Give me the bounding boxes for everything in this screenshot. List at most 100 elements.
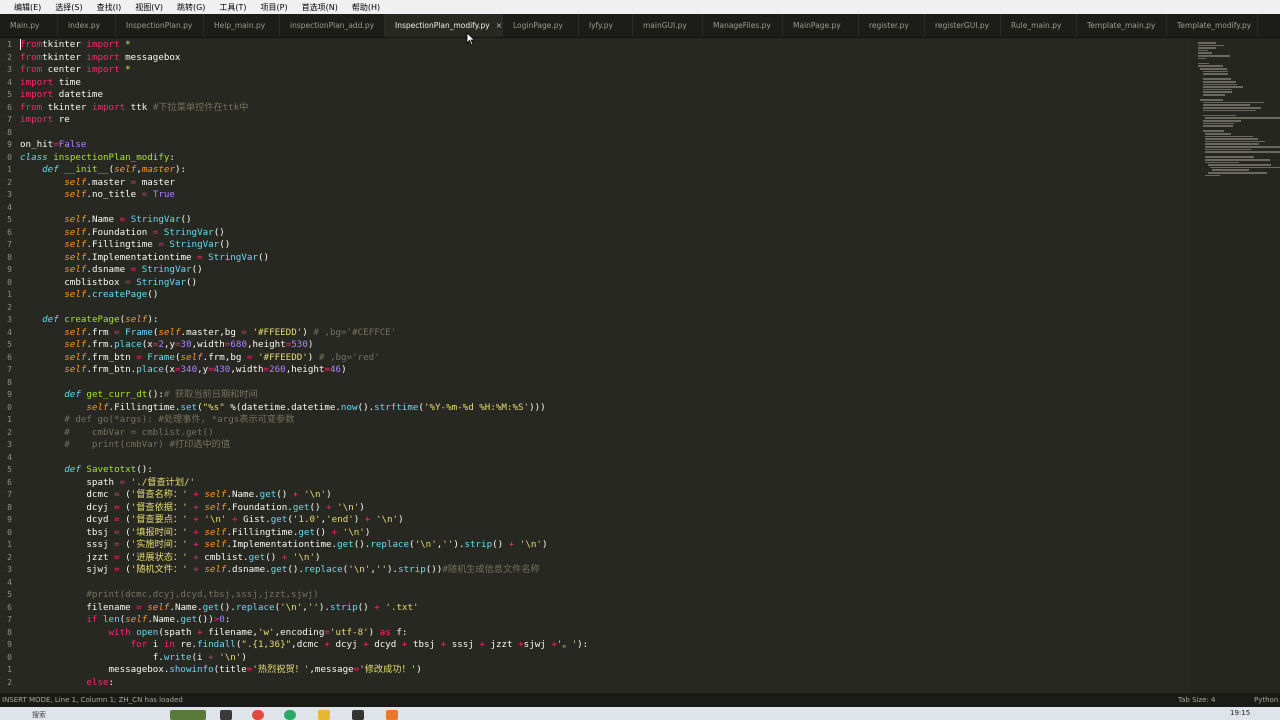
- code-line[interactable]: self.frm.place(x=2,y=30,width=680,height…: [20, 339, 313, 352]
- menu-item[interactable]: 选择(S): [55, 2, 82, 13]
- code-token: place: [114, 339, 142, 350]
- code-line[interactable]: jzzt = ('进展状态：' + cmblist.get() + '\n'): [20, 551, 320, 565]
- code-line[interactable]: self.Implementationtime = StringVar(): [20, 252, 269, 265]
- code-line[interactable]: self.Name = StringVar(): [20, 214, 191, 227]
- code-line[interactable]: dcyd = ('督查要点：' + '\n' + Gist.get('1.0',…: [20, 514, 403, 527]
- code-line[interactable]: self.frm_btn = Frame(self.frm,bg = '#FFE…: [20, 351, 379, 365]
- tab-file[interactable]: Help_main.py: [204, 14, 280, 37]
- code-line[interactable]: self.no_title = True: [20, 189, 175, 202]
- app-icon[interactable]: [220, 710, 232, 720]
- code-token: ): [541, 539, 548, 550]
- code-token: ):: [577, 639, 589, 650]
- code-token: write: [163, 651, 192, 663]
- tab-file[interactable]: mainGUI.py: [633, 14, 703, 37]
- code-editor[interactable]: fromtkinter import * fromtkinter import m…: [20, 38, 1185, 693]
- code-line[interactable]: sssj = ('实施时间：' + self.Implementationtim…: [20, 539, 547, 552]
- code-line[interactable]: # print(cmbVar) #打印选中的值: [20, 439, 230, 452]
- code-line[interactable]: for i in re.findall(".{1,36}",dcmc + dcy…: [20, 639, 589, 652]
- tab-file[interactable]: inspectionPlan_add.py: [280, 14, 385, 37]
- code-line[interactable]: import time: [20, 77, 81, 90]
- code-line[interactable]: import re: [20, 114, 70, 127]
- app-icon[interactable]: [284, 710, 296, 720]
- code-token: '\n': [280, 601, 303, 613]
- folder-icon[interactable]: [318, 710, 330, 720]
- tab-file[interactable]: MainPage.py: [783, 14, 859, 37]
- code-line[interactable]: self.frm = Frame(self.master,bg = '#FFEE…: [20, 327, 396, 340]
- tab-file[interactable]: InspectionPlan.py: [116, 14, 204, 37]
- code-token: tkinter: [42, 39, 87, 50]
- code-line[interactable]: self.Foundation = StringVar(): [20, 227, 225, 240]
- code-token: '\n': [198, 514, 227, 525]
- menu-item[interactable]: 查找(I): [97, 2, 122, 13]
- menu-item[interactable]: 工具(T): [219, 2, 246, 13]
- tab-file[interactable]: Rule_main.py: [1001, 14, 1077, 37]
- code-line[interactable]: filename = self.Name.get().replace('\n',…: [20, 601, 418, 615]
- code-token: '进展状态：': [130, 551, 188, 563]
- menu-item[interactable]: 项目(P): [261, 2, 288, 13]
- minimap[interactable]: [1190, 38, 1280, 693]
- sublime-icon[interactable]: [386, 710, 398, 720]
- code-line[interactable]: def __init__(self,master):: [20, 164, 186, 177]
- code-line[interactable]: dcmc = ('督查名称：' + self.Name.get() + '\n'…: [20, 489, 331, 502]
- code-line[interactable]: def createPage(self):: [20, 314, 158, 327]
- code-line[interactable]: with open(spath + filename,'w',encoding=…: [20, 627, 408, 640]
- code-line[interactable]: class inspectionPlan_modify:: [20, 152, 175, 165]
- code-line[interactable]: fromtkinter import *: [20, 39, 131, 52]
- app-icon[interactable]: [170, 710, 206, 720]
- code-line[interactable]: from center import *: [20, 64, 131, 77]
- code-line[interactable]: self.Fillingtime.set("%s" %(datetime.dat…: [20, 402, 545, 415]
- code-line[interactable]: f.write(i + '\n'): [20, 652, 247, 665]
- code-line[interactable]: # cmbVar = cmblist.get(): [20, 427, 213, 440]
- tab-file[interactable]: lyfy.py: [579, 14, 633, 37]
- code-line[interactable]: on_hit=False: [20, 139, 86, 152]
- code-line[interactable]: sjwj = ('随机文件：' + self.dsname.get().repl…: [20, 564, 539, 577]
- code-line[interactable]: self.dsname = StringVar(): [20, 264, 202, 277]
- taskbar-search-label[interactable]: 搜索: [32, 710, 46, 720]
- menu-item[interactable]: 首选项(N): [302, 2, 338, 13]
- tab-file[interactable]: InspectionPlan_modify.py ×: [385, 14, 503, 37]
- tab-file[interactable]: Main.py: [0, 14, 58, 37]
- tab-file[interactable]: Template_modify.py: [1167, 14, 1258, 37]
- code-line[interactable]: self.frm_btn.place(x=340,y=430,width=260…: [20, 364, 346, 377]
- code-line[interactable]: cmblistbox = StringVar(): [20, 277, 197, 290]
- code-line[interactable]: spath = './督查计划/': [20, 477, 195, 490]
- line-number: 6: [7, 477, 12, 487]
- code-line[interactable]: def Savetotxt():: [20, 464, 153, 477]
- code-line[interactable]: if len(self.Name.get())>0:: [20, 614, 230, 627]
- code-token: spath: [20, 476, 120, 488]
- code-line[interactable]: def get_curr_dt():# 获取当前日期和时间: [20, 389, 257, 402]
- code-line[interactable]: self.createPage(): [20, 289, 158, 302]
- code-token: ): [241, 651, 247, 663]
- code-line[interactable]: import datetime: [20, 89, 103, 102]
- code-token: self: [64, 339, 87, 350]
- tab-file[interactable]: register.py: [859, 14, 925, 37]
- status-tab-size[interactable]: Tab Size: 4: [1178, 696, 1215, 704]
- menu-item[interactable]: 编辑(E): [14, 2, 41, 13]
- tab-file[interactable]: Template_main.py: [1077, 14, 1167, 37]
- status-syntax[interactable]: Python: [1254, 696, 1278, 704]
- code-token: (): [219, 239, 231, 250]
- code-line[interactable]: dcyj = ('督查依据：' + self.Foundation.get() …: [20, 502, 364, 515]
- tab-file[interactable]: index.py: [58, 14, 116, 37]
- tab-file[interactable]: LoginPage.py: [503, 14, 579, 37]
- code-line[interactable]: tbsj = ('填报时间：' + self.Fillingtime.get()…: [20, 527, 370, 540]
- code-token: self: [180, 351, 203, 363]
- tab-file[interactable]: registerGUI.py: [925, 14, 1001, 37]
- code-token: ).: [453, 539, 465, 550]
- menu-item[interactable]: 帮助(H): [352, 2, 380, 13]
- code-line[interactable]: fromtkinter import messagebox: [20, 52, 180, 65]
- code-line[interactable]: self.master = master: [20, 177, 175, 190]
- menu-item[interactable]: 跳转(G): [177, 2, 205, 13]
- menu-item[interactable]: 视图(V): [135, 2, 163, 13]
- code-line[interactable]: self.Fillingtime = StringVar(): [20, 239, 230, 252]
- code-line[interactable]: # def go(*args): #处理事件, *args表示可变参数: [20, 414, 294, 427]
- close-icon[interactable]: ×: [496, 21, 502, 30]
- code-line[interactable]: else:: [20, 677, 114, 690]
- code-line[interactable]: messagebox.showinfo(title='热烈祝贺！',messag…: [20, 664, 422, 677]
- code-line[interactable]: #print(dcmc,dcyj,dcyd,tbsj,sssj,jzzt,sjw…: [20, 589, 318, 602]
- app-icon[interactable]: [352, 710, 364, 720]
- browser-icon[interactable]: [252, 710, 264, 720]
- code-token: import: [20, 114, 54, 125]
- tab-file[interactable]: ManageFiles.py: [703, 14, 783, 37]
- code-line[interactable]: from tkinter import ttk #下拉菜单控件在ttk中: [20, 102, 248, 115]
